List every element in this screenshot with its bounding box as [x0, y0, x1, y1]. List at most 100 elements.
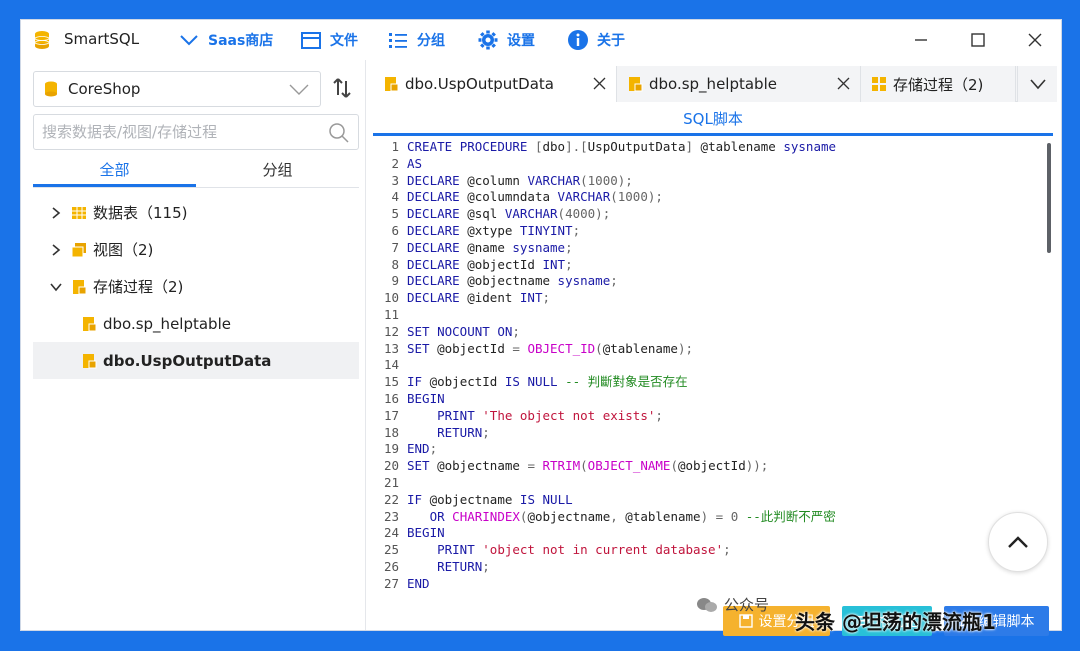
close-icon[interactable]	[837, 77, 850, 90]
code-line: 21	[373, 475, 1057, 492]
maximize-icon	[971, 33, 985, 47]
tab-uspoutputdata[interactable]: dbo.UspOutputData	[373, 66, 617, 102]
procedure-icon	[83, 316, 97, 331]
line-number: 1	[391, 139, 399, 154]
line-code: SET NOCOUNT ON;	[407, 323, 520, 339]
tab-sp-helptable[interactable]: dbo.sp_helptable	[617, 66, 861, 102]
minimize-button[interactable]	[901, 26, 941, 54]
menu-label: 关于	[597, 33, 625, 49]
search-icon	[329, 123, 349, 143]
document-tabs: dbo.UspOutputData dbo.sp_helptable 存储过程（…	[373, 66, 1057, 102]
info-icon	[568, 30, 588, 50]
tabs-dropdown-button[interactable]	[1017, 66, 1057, 102]
line-code: DECLARE @objectname sysname;	[407, 273, 618, 289]
line-number: 2	[391, 155, 399, 171]
chevron-up-icon	[1008, 536, 1028, 548]
scroll-to-top-button[interactable]	[988, 512, 1048, 572]
tree-item-label: dbo.UspOutputData	[103, 351, 272, 370]
line-number: 22	[383, 491, 399, 507]
tree-item-uspoutputdata[interactable]: dbo.UspOutputData	[33, 342, 359, 379]
line-number: 16	[383, 390, 399, 406]
database-icon	[45, 81, 57, 97]
maximize-button[interactable]	[958, 26, 998, 54]
line-number: 13	[383, 340, 399, 356]
line-number: 3	[391, 172, 399, 188]
refresh-icon[interactable]	[329, 75, 355, 101]
view-icon	[71, 242, 86, 257]
menu-about[interactable]: 关于	[567, 28, 625, 52]
code-line: 11	[373, 307, 1057, 324]
wechat-label: 公众号	[724, 596, 770, 614]
watermark-text: 头条 @坦荡的漂流瓶1	[795, 610, 996, 634]
line-number: 10	[383, 290, 399, 306]
wechat-watermark: 公众号	[696, 594, 769, 615]
menu-label: 文件	[330, 33, 358, 49]
tree-item-label: 数据表（115)	[93, 204, 188, 222]
menu-group[interactable]: 分组	[387, 28, 445, 52]
menu-settings[interactable]: 设置	[477, 28, 535, 52]
line-code: OR CHARINDEX(@objectname, @tablename) = …	[429, 508, 836, 524]
line-code: PRINT 'The object not exists';	[437, 407, 663, 423]
code-line: 9 DECLARE @objectname sysname;	[373, 273, 1057, 290]
tree-item-sp-helptable[interactable]: dbo.sp_helptable	[33, 305, 359, 342]
line-number: 8	[391, 256, 399, 272]
line-code: DECLARE @column VARCHAR(1000);	[407, 172, 633, 188]
chevron-down-icon	[1029, 79, 1046, 90]
database-select[interactable]: CoreShop	[33, 71, 321, 107]
wechat-icon	[697, 597, 717, 612]
tab-procedures[interactable]: 存储过程（2)	[861, 66, 1016, 102]
line-code: DECLARE @objectId INT;	[407, 256, 573, 272]
database-logo-icon	[34, 31, 50, 49]
line-number: 27	[383, 575, 399, 589]
code-line: 5 DECLARE @sql VARCHAR(4000);	[373, 206, 1057, 223]
tab-all[interactable]: 全部	[33, 154, 196, 187]
code-line: 2 AS	[373, 156, 1057, 173]
line-number: 19	[383, 441, 399, 457]
line-code: RETURN;	[437, 558, 490, 574]
code-line: 12 SET NOCOUNT ON;	[373, 324, 1057, 341]
code-line: 23 OR CHARINDEX(@objectname, @tablename)…	[373, 509, 1057, 526]
line-number: 7	[391, 239, 399, 255]
close-window-button[interactable]	[1015, 26, 1055, 54]
code-line: 3 DECLARE @column VARCHAR(1000);	[373, 173, 1057, 190]
search-input[interactable]	[42, 123, 322, 141]
line-number: 21	[383, 474, 399, 490]
code-line: 17 PRINT 'The object not exists';	[373, 408, 1057, 425]
code-line: 8 DECLARE @objectId INT;	[373, 257, 1057, 274]
line-code: END;	[407, 441, 438, 457]
line-code: END	[407, 575, 430, 589]
tab-label: dbo.UspOutputData	[405, 75, 554, 93]
tab-group[interactable]: 分组	[196, 154, 359, 187]
line-code: BEGIN	[407, 525, 445, 541]
table-icon	[72, 206, 86, 219]
line-number: 5	[391, 206, 399, 222]
editor-panel: dbo.UspOutputData dbo.sp_helptable 存储过程（…	[373, 66, 1057, 636]
code-line: 20 SET @objectname = RTRIM(OBJECT_NAME(@o…	[373, 458, 1057, 475]
tree-item-procedures[interactable]: 存储过程（2)	[33, 268, 359, 305]
code-editor[interactable]: 1 CREATE PROCEDURE [dbo].[UspOutputData] …	[373, 139, 1057, 589]
tree-item-views[interactable]: 视图（2)	[33, 231, 359, 268]
close-icon[interactable]	[593, 77, 606, 90]
object-tree: 数据表（115) 视图（2) 存储过程（2) dbo.sp_helptable …	[33, 194, 359, 379]
sql-script-header: SQL脚本	[373, 102, 1053, 136]
code-line: 7 DECLARE @name sysname;	[373, 240, 1057, 257]
search-field[interactable]	[33, 114, 359, 150]
line-number: 11	[383, 306, 399, 322]
menu-label: 设置	[507, 33, 535, 49]
menu-saas-store[interactable]: Saas商店	[178, 28, 273, 52]
line-number: 23	[383, 508, 399, 524]
editor-scrollbar[interactable]	[1047, 143, 1051, 253]
title-bar: SmartSQL Saas商店 文件 分组 设置 关于	[21, 20, 1061, 60]
app-title: SmartSQL	[64, 30, 140, 48]
menu-file[interactable]: 文件	[300, 28, 358, 52]
close-icon	[1028, 33, 1042, 47]
line-code: RETURN;	[437, 424, 490, 440]
tree-item-label: dbo.sp_helptable	[103, 314, 231, 333]
chevron-right-icon	[52, 206, 61, 219]
minimize-icon	[915, 39, 927, 41]
tree-item-tables[interactable]: 数据表（115)	[33, 194, 359, 231]
procedure-icon	[385, 77, 399, 92]
